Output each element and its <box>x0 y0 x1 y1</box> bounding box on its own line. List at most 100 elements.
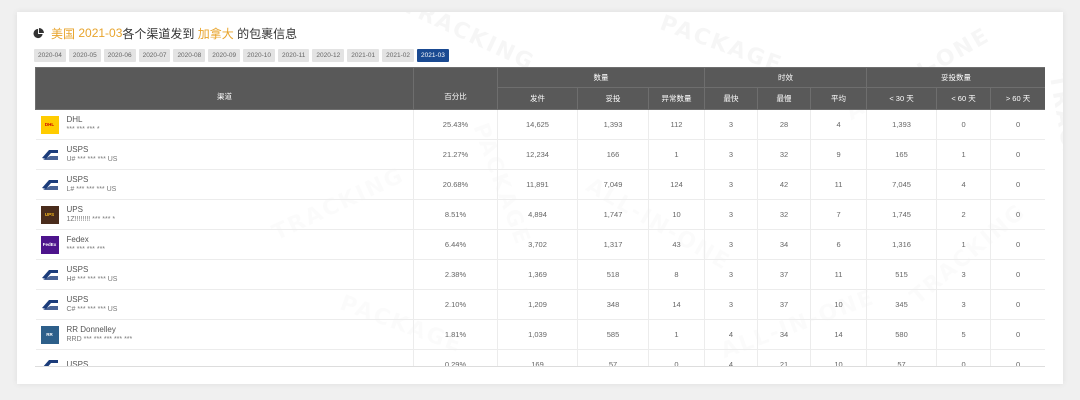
cell-lt30: 515 <box>866 259 938 290</box>
table-row[interactable]: USPS 0.29% 169 57 0 4 21 10 57 0 0 <box>35 349 1045 367</box>
tracking-pattern: L# *** *** *** US <box>66 186 117 193</box>
col-fastest[interactable]: 最快 <box>704 87 759 110</box>
table-row[interactable]: USPS L# *** *** *** US 20.68% 11,891 7,049 12… <box>35 169 1045 200</box>
table-row[interactable]: UPS UPS 1Z!!!!!!!! *** *** * 8.51% 4,894 1,74… <box>35 199 1045 230</box>
col-slowest[interactable]: 最慢 <box>757 87 812 110</box>
cell-lt60: 5 <box>936 319 992 350</box>
cell-abnormal: 124 <box>648 169 706 200</box>
tracking-pattern: RRD *** *** *** *** *** <box>66 336 133 343</box>
cell-fastest: 3 <box>704 199 759 230</box>
cell-sent: 1,369 <box>497 259 578 290</box>
month-tab[interactable]: 2021-03 <box>416 49 449 62</box>
col-abnormal[interactable]: 异常数量 <box>647 87 706 110</box>
watermark-text: TRACKING <box>1044 72 1063 217</box>
tracking-pattern: 1Z!!!!!!!! *** *** * <box>66 216 116 223</box>
cell-average: 10 <box>810 289 868 320</box>
col-percent[interactable]: 百分比 <box>413 67 498 110</box>
cell-sent: 3,702 <box>497 229 578 260</box>
title-mid-text: 各个渠道发到 <box>122 26 195 41</box>
month-tab[interactable]: 2020-10 <box>243 49 276 62</box>
channel-name: USPS <box>66 145 89 154</box>
channel-name: USPS <box>66 359 89 367</box>
cell-gt60: 0 <box>990 289 1045 320</box>
cell-lt30: 580 <box>866 319 938 350</box>
col-lt30[interactable]: < 30 天 <box>866 87 938 110</box>
month-tab[interactable]: 2020-06 <box>103 49 136 62</box>
month-tab[interactable]: 2021-01 <box>347 49 380 62</box>
col-channel[interactable]: 渠道 <box>35 67 414 110</box>
tracking-pattern: U# *** *** *** US <box>66 156 118 163</box>
cell-delivered: 1,317 <box>577 229 649 260</box>
table-row[interactable]: USPS C# *** *** *** US 2.10% 1,209 348 14 3 37 1… <box>35 289 1045 320</box>
cell-slowest: 32 <box>757 139 812 170</box>
cell-fastest: 3 <box>704 289 759 320</box>
month-tab[interactable]: 2020-07 <box>138 49 171 62</box>
cell-percent: 25.43% <box>413 109 498 140</box>
cell-sent: 169 <box>497 349 578 366</box>
cell-gt60: 0 <box>990 229 1045 260</box>
usps-logo-icon <box>40 355 59 366</box>
cell-lt30: 1,393 <box>866 109 938 140</box>
cell-lt60: 0 <box>936 349 992 366</box>
channel-name: RR Donnelley <box>66 325 116 334</box>
tracking-pattern: *** *** *** * <box>66 126 100 133</box>
channel-cell: UPS UPS 1Z!!!!!!!! *** *** * <box>35 199 414 230</box>
table-row[interactable]: USPS H# *** *** *** US 2.38% 1,369 518 8 3 37 11… <box>35 259 1045 290</box>
cell-sent: 12,234 <box>497 139 578 170</box>
cell-sent: 1,209 <box>497 289 578 320</box>
month-tab[interactable]: 2020-05 <box>68 49 101 62</box>
month-tab[interactable]: 2020-12 <box>312 49 345 62</box>
cell-slowest: 32 <box>757 199 812 230</box>
cell-gt60: 0 <box>990 349 1045 366</box>
usps-logo-icon <box>40 145 59 164</box>
cell-abnormal: 1 <box>648 139 706 170</box>
table-row[interactable]: DHL DHL *** *** *** * 25.43% 14,625 1,393 112 3… <box>35 109 1045 140</box>
col-delivered[interactable]: 妥投 <box>577 87 649 110</box>
channel-cell: DHL DHL *** *** *** * <box>35 109 414 140</box>
col-sent[interactable]: 发件 <box>497 87 578 110</box>
cell-slowest: 21 <box>757 349 812 366</box>
col-gt60[interactable]: > 60 天 <box>990 87 1045 110</box>
cell-average: 11 <box>810 169 868 200</box>
month-tab[interactable]: 2020-04 <box>34 49 66 62</box>
cell-abnormal: 10 <box>648 199 706 230</box>
col-average[interactable]: 平均 <box>810 87 868 110</box>
month-tab[interactable]: 2020-08 <box>173 49 206 62</box>
col-lt60[interactable]: < 60 天 <box>936 87 992 110</box>
cell-abnormal: 1 <box>648 319 706 350</box>
channel-name: USPS <box>66 175 89 184</box>
channel-table: 渠道 百分比 数量 时效 妥投数量 发件 妥投 异常数量 最快 最慢 平均 < … <box>35 67 1045 367</box>
cell-percent: 6.44% <box>413 229 498 260</box>
cell-lt60: 1 <box>936 139 992 170</box>
cell-slowest: 37 <box>757 289 812 320</box>
table-row[interactable]: USPS U# *** *** *** US 21.27% 12,234 166 1 3 32… <box>35 139 1045 170</box>
cell-lt60: 3 <box>936 289 992 320</box>
channel-cell: USPS H# *** *** *** US <box>35 259 414 290</box>
table-row[interactable]: FedEx Fedex *** *** *** *** 6.44% 3,702 1,317… <box>35 229 1045 260</box>
cell-percent: 20.68% <box>413 169 498 200</box>
channel-cell: USPS C# *** *** *** US <box>35 289 414 320</box>
cell-sent: 4,894 <box>497 199 578 230</box>
title-suffix: 的包裹信息 <box>233 26 298 41</box>
destination-country: 加拿大 <box>197 26 234 41</box>
tracking-pattern: C# *** *** *** US <box>66 306 118 313</box>
cell-lt30: 1,316 <box>866 229 938 260</box>
channel-cell: USPS L# *** *** *** US <box>35 169 414 200</box>
usps-logo-icon <box>40 265 59 284</box>
cell-lt30: 165 <box>866 139 938 170</box>
channel-name: UPS <box>66 205 83 214</box>
channel-table-container: 渠道 百分比 数量 时效 妥投数量 发件 妥投 异常数量 最快 最慢 平均 < … <box>35 67 1045 367</box>
month-tab[interactable]: 2020-11 <box>278 49 310 62</box>
table-row[interactable]: RR RR Donnelley RRD *** *** *** *** *** 1.8… <box>35 319 1045 350</box>
package-info-card: TRACKINGPACKAGEALL-IN-ONETRACKINGPACKAGE… <box>17 12 1063 384</box>
month-tab[interactable]: 2021-02 <box>382 49 414 62</box>
month-tab[interactable]: 2020-09 <box>208 49 241 62</box>
cell-percent: 1.81% <box>413 319 498 350</box>
cell-gt60: 0 <box>990 169 1045 200</box>
fedex-logo-icon: FedEx <box>40 235 59 254</box>
cell-abnormal: 112 <box>648 109 706 140</box>
cell-fastest: 3 <box>704 229 759 260</box>
cell-lt30: 57 <box>866 349 938 366</box>
cell-delivered: 1,393 <box>577 109 649 140</box>
cell-fastest: 4 <box>704 349 759 366</box>
